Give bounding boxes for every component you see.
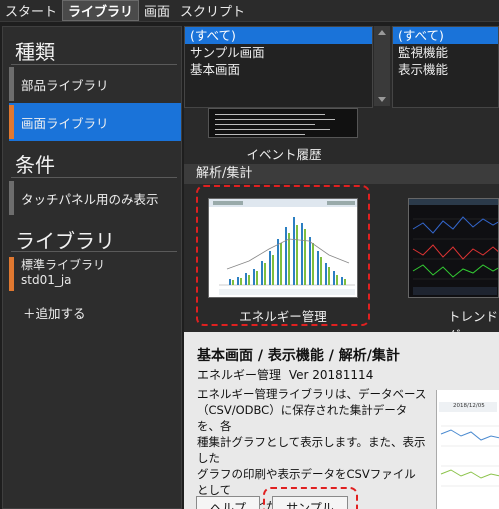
text-line [215,134,305,135]
library-heading: ライブラリ [15,229,115,253]
event-history-caption: イベント履歴 [246,147,322,162]
preview-thumbnail: 2018/12/05 [436,390,499,509]
screen-type-list[interactable]: (すべて) サンプル画面 基本画面 [184,26,373,108]
description-line: エネルギー管理ライブラリは、データベース [197,387,427,401]
sidebar-item-standard-library[interactable]: 標準ライブラリ std01_ja [9,257,181,291]
category-header: 解析/集計 [184,164,499,184]
menu-start[interactable]: スタート [0,0,62,21]
library-content: (すべて) サンプル画面 基本画面 (すべて) 監視機能 表示機能 イベント履歴… [184,26,499,509]
sidebar: 種類 部品ライブラリ 画面ライブラリ 条件 タッチパネル用のみ表示 ライブラリ … [2,26,182,509]
divider [11,251,177,252]
preview-toolbar: 2018/12/05 [439,402,497,412]
text-line [215,124,315,125]
condition-heading: 条件 [15,153,55,177]
menu-library[interactable]: ライブラリ [62,0,140,21]
scroll-up-icon[interactable] [378,30,386,35]
scroll-down-icon[interactable] [378,97,386,102]
add-library-link[interactable]: ＋追加する [23,303,86,322]
list-item[interactable]: (すべて) [185,27,372,44]
list-item[interactable]: サンプル画面 [185,44,372,61]
energy-management-thumbnail[interactable] [208,198,358,298]
help-button[interactable]: ヘルプ [196,496,260,509]
preview-date: 2018/12/05 [453,403,485,409]
menu-script[interactable]: スクリプト [175,0,250,21]
library-name: エネルギー管理 [197,368,282,382]
library-name: 標準ライブラリ [21,258,106,272]
list-item[interactable]: (すべて) [393,27,498,44]
energy-chart-icon [209,199,357,295]
library-id: std01_ja [21,273,72,287]
sample-button[interactable]: サンプル [272,496,348,509]
detail-panel: 基本画面 / 表示機能 / 解析/集計 エネルギー管理 Ver 20181114… [184,332,499,509]
menu-bar: スタート ライブラリ 画面 スクリプト [0,0,499,22]
description-line: （CSV/ODBC）に保存された集計データを、各 [197,403,408,433]
trend-chart-icon [409,199,498,295]
description-line: 種集計グラフとして表示します。また、表示した [197,435,426,465]
list-item[interactable]: 基本画面 [185,61,372,78]
text-line [215,129,330,130]
version-label: Ver 20181114 [288,368,374,382]
kind-heading: 種類 [15,40,55,64]
scrollbar[interactable] [374,26,390,106]
energy-management-caption: エネルギー管理 [239,309,327,324]
event-history-thumbnail[interactable] [208,108,358,138]
detail-name: エネルギー管理 Ver 20181114 [197,366,373,383]
text-line [215,119,335,120]
text-line [215,114,325,115]
sidebar-item-parts-library[interactable]: 部品ライブラリ [9,65,181,103]
menu-screen[interactable]: 画面 [139,0,175,21]
list-item[interactable]: 表示機能 [393,61,498,78]
list-item[interactable]: 監視機能 [393,44,498,61]
sidebar-item-screen-library[interactable]: 画面ライブラリ [9,103,181,141]
divider [11,177,177,178]
function-list[interactable]: (すべて) 監視機能 表示機能 [392,26,499,108]
sidebar-item-touch-panel-only[interactable]: タッチパネル用のみ表示 [9,179,181,217]
trend-graph-thumbnail[interactable] [408,198,499,298]
detail-title: 基本画面 / 表示機能 / 解析/集計 [197,348,400,364]
